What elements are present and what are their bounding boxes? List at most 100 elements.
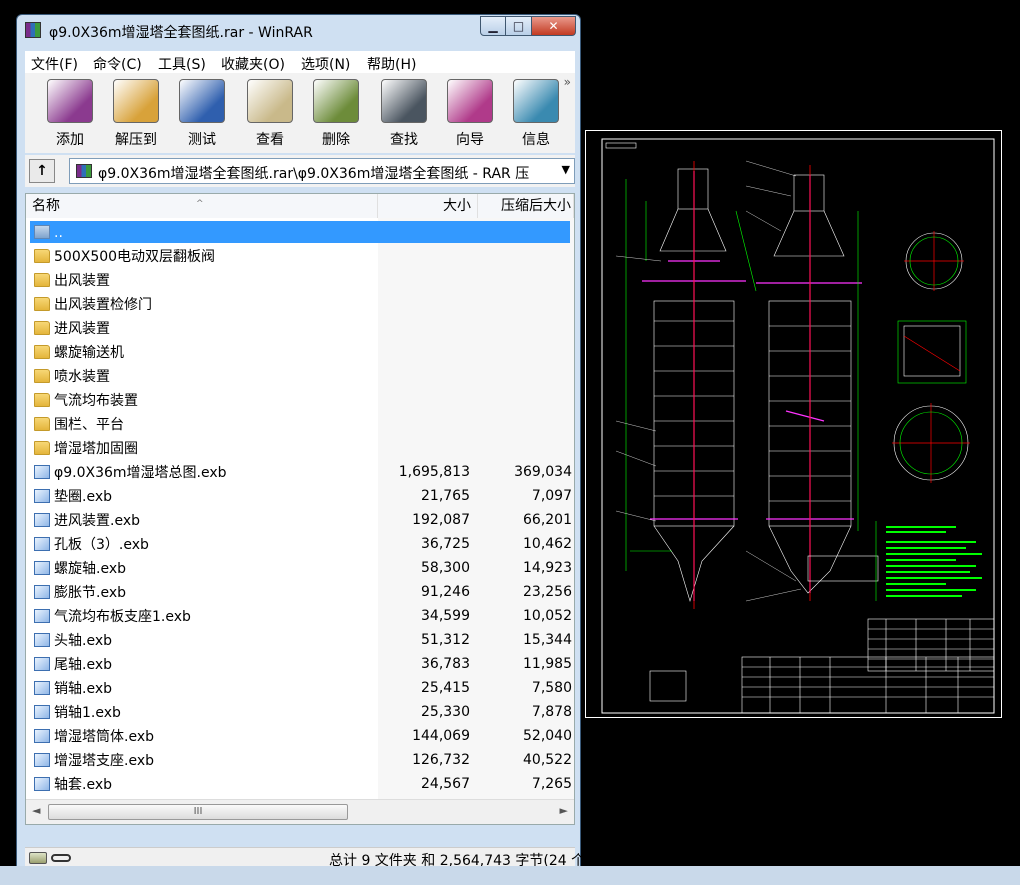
file-row[interactable]: 销轴.exb 25,415 7,580 (26, 676, 574, 700)
folder-icon (34, 393, 50, 407)
view-button[interactable]: 查看 (239, 79, 301, 149)
row-name: 围栏、平台 (30, 413, 570, 435)
add-button[interactable]: 添加 (39, 79, 101, 149)
file-rows: .. 500X500电动双层翻板阀出风装置 出风装置检修门进风装置螺旋输送机 喷水装置… (26, 220, 574, 796)
exb-file-icon (34, 729, 50, 743)
taskbar-edge (0, 866, 1020, 885)
folder-row[interactable]: 增湿塔加固圈 (26, 436, 574, 460)
scroll-left-icon[interactable]: ◄ (32, 804, 40, 817)
folder-row[interactable]: 喷水装置 (26, 364, 574, 388)
menu-favorites[interactable]: 收藏夹(O) (221, 54, 285, 74)
row-packed-size: 10,052 (523, 608, 572, 624)
row-size: 24,567 (421, 776, 470, 792)
exb-file-icon (34, 489, 50, 503)
row-packed-size: 14,923 (523, 560, 572, 576)
file-row[interactable]: 销轴1.exb 25,330 7,878 (26, 700, 574, 724)
file-row[interactable]: 膨胀节.exb 91,246 23,256 (26, 580, 574, 604)
toolbar: 添加 解压到 测试 查看 删除 查找 向导 信息 » (25, 73, 575, 153)
address-path-combobox[interactable]: φ9.0X36m增湿塔全套图纸.rar\φ9.0X36m增湿塔全套图纸 - RA… (69, 158, 575, 184)
sort-ascending-icon: ^ (196, 199, 204, 209)
menu-bar: 文件(F) 命令(C) 工具(S) 收藏夹(O) 选项(N) 帮助(H) (25, 51, 575, 73)
parent-folder-icon (34, 225, 50, 239)
info-button[interactable]: 信息 (505, 79, 567, 149)
scrollbar-thumb[interactable]: III (48, 804, 348, 820)
test-button[interactable]: 测试 (171, 79, 233, 149)
folder-icon (34, 273, 50, 287)
folder-row[interactable]: 出风装置 (26, 268, 574, 292)
maximize-button[interactable]: □ (506, 16, 532, 36)
row-packed-size: 52,040 (523, 728, 572, 744)
file-row[interactable]: 头轴.exb 51,312 15,344 (26, 628, 574, 652)
row-name-text: 增湿塔支座.exb (54, 753, 154, 769)
close-button[interactable]: ✕ (532, 16, 576, 36)
scroll-right-icon[interactable]: ► (560, 804, 568, 817)
file-row[interactable]: 轴套.exb 24,567 7,265 (26, 772, 574, 796)
file-row[interactable]: φ9.0X36m增湿塔总图.exb 1,695,813 369,034 (26, 460, 574, 484)
row-name-text: 进风装置 (54, 321, 110, 337)
folder-row[interactable]: 进风装置 (26, 316, 574, 340)
row-name: 增湿塔加固圈 (30, 437, 570, 459)
row-size: 51,312 (421, 632, 470, 648)
folder-row[interactable]: 围栏、平台 (26, 412, 574, 436)
row-name-text: 围栏、平台 (54, 417, 124, 433)
file-row[interactable]: 垫圈.exb 21,765 7,097 (26, 484, 574, 508)
row-name-text: 500X500电动双层翻板阀 (54, 249, 216, 265)
row-name-text: 垫圈.exb (54, 489, 112, 505)
minimize-button[interactable]: ▁ (480, 16, 506, 36)
file-list[interactable]: 名称 ^ 大小 压缩后大小 .. 500X500电动双层翻板阀出风装置 出风装置检修… (25, 193, 575, 825)
menu-commands[interactable]: 命令(C) (93, 54, 142, 74)
file-row[interactable]: 增湿塔支座.exb 126,732 40,522 (26, 748, 574, 772)
row-size: 25,415 (421, 680, 470, 696)
extract-to-button[interactable]: 解压到 (105, 79, 167, 149)
folder-row[interactable]: 螺旋输送机 (26, 340, 574, 364)
exb-file-icon (34, 633, 50, 647)
exb-file-icon (34, 777, 50, 791)
delete-label: 删除 (322, 132, 350, 148)
row-name-text: 气流均布装置 (54, 393, 138, 409)
row-name-text: 增湿塔加固圈 (54, 441, 138, 457)
row-name: 500X500电动双层翻板阀 (30, 245, 570, 267)
wizard-icon (447, 79, 493, 123)
title-bar[interactable]: φ9.0X36m增湿塔全套图纸.rar - WinRAR ▁ □ ✕ (17, 15, 580, 47)
row-packed-size: 7,097 (531, 488, 572, 504)
info-label: 信息 (522, 132, 550, 148)
file-row[interactable]: 气流均布板支座1.exb 34,599 10,052 (26, 604, 574, 628)
view-glasses-icon (247, 79, 293, 123)
extract-to-label: 解压到 (115, 132, 157, 148)
file-row[interactable]: 增湿塔筒体.exb 144,069 52,040 (26, 724, 574, 748)
menu-file[interactable]: 文件(F) (31, 54, 78, 74)
delete-button[interactable]: 删除 (305, 79, 367, 149)
chevron-down-icon[interactable]: ▼ (562, 163, 570, 176)
cad-drawing (601, 138, 995, 714)
menu-tools[interactable]: 工具(S) (158, 54, 206, 74)
menu-help[interactable]: 帮助(H) (367, 54, 416, 74)
folder-row[interactable]: 500X500电动双层翻板阀 (26, 244, 574, 268)
row-size: 21,765 (421, 488, 470, 504)
drive-icon[interactable] (29, 852, 47, 864)
column-size-label: 大小 (443, 198, 471, 214)
folder-row[interactable]: 出风装置检修门 (26, 292, 574, 316)
folder-row[interactable]: 气流均布装置 (26, 388, 574, 412)
exb-file-icon (34, 537, 50, 551)
column-size[interactable]: 大小 (378, 194, 478, 218)
add-archive-icon (47, 79, 93, 123)
wizard-button[interactable]: 向导 (439, 79, 501, 149)
toolbar-overflow-chevron-icon[interactable]: » (564, 75, 571, 89)
file-row[interactable]: 进风装置.exb 192,087 66,201 (26, 508, 574, 532)
key-icon[interactable] (51, 854, 71, 862)
file-row[interactable]: 孔板（3）.exb 36,725 10,462 (26, 532, 574, 556)
parent-folder-row[interactable]: .. (26, 220, 574, 244)
view-label: 查看 (256, 132, 284, 148)
find-button[interactable]: 查找 (373, 79, 435, 149)
row-name-text: 螺旋轴.exb (54, 561, 126, 577)
up-one-level-button[interactable]: ↑ (29, 159, 55, 183)
horizontal-scrollbar[interactable]: ◄ III ► (26, 799, 574, 824)
row-name: 螺旋输送机 (30, 341, 570, 363)
file-row[interactable]: 螺旋轴.exb 58,300 14,923 (26, 556, 574, 580)
menu-options[interactable]: 选项(N) (301, 54, 350, 74)
column-packed[interactable]: 压缩后大小 (478, 194, 574, 218)
minimize-icon: ▁ (488, 19, 498, 33)
file-row[interactable]: 尾轴.exb 36,783 11,985 (26, 652, 574, 676)
column-name[interactable]: 名称 ^ (26, 194, 378, 218)
row-name: 气流均布装置 (30, 389, 570, 411)
